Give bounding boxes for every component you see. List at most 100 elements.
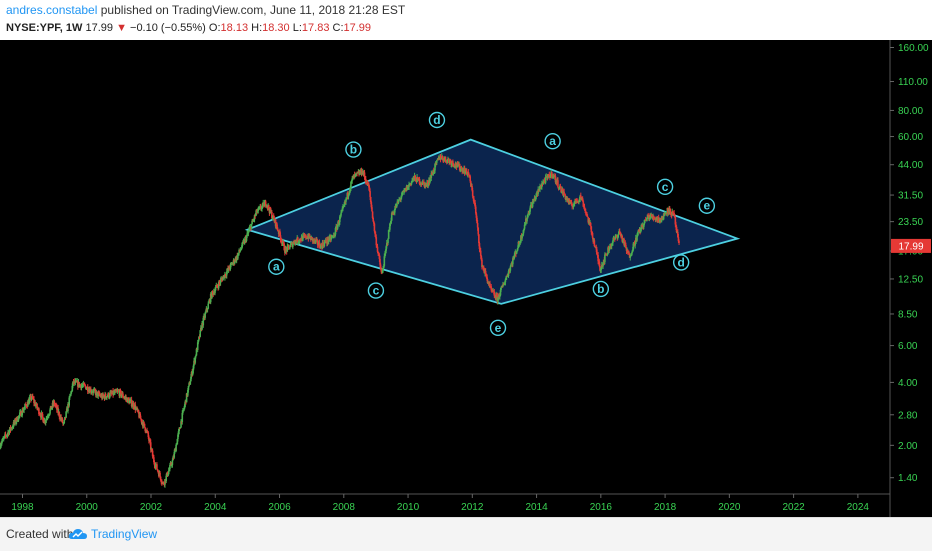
low-label: L: — [292, 22, 302, 34]
wave-label-e: e — [495, 321, 502, 335]
candle-body — [477, 227, 480, 235]
candle-body — [476, 222, 479, 228]
candle-body — [175, 444, 177, 451]
candle-body — [143, 422, 145, 424]
candle-body — [563, 191, 565, 195]
candle-body — [114, 391, 116, 394]
candle-body — [500, 287, 502, 290]
x-tick-label: 2004 — [204, 502, 227, 513]
candle-body — [248, 229, 250, 232]
candle-body — [204, 313, 206, 318]
close-value: 17.99 — [343, 22, 372, 34]
wave-label-a: a — [273, 260, 280, 274]
x-tick-label: 2000 — [76, 502, 99, 513]
tradingview-brand[interactable]: TradingView — [91, 527, 157, 541]
symbol-label: NYSE:YPF, 1W — [6, 22, 83, 34]
candle-body — [41, 414, 44, 418]
y-tick-label: 8.50 — [898, 309, 918, 320]
tradingview-cloud-icon[interactable] — [68, 526, 88, 542]
candle-body — [586, 216, 589, 218]
candle-body — [219, 279, 222, 284]
price-chart[interactable]: a b c d e a b c d e 1998 2000 2002 2004 2006 2008 2010 2… — [0, 40, 932, 517]
y-tick-label: 60.00 — [898, 132, 923, 143]
candle-body — [169, 464, 171, 470]
x-tick-label: 2022 — [782, 502, 805, 513]
price-tag-label: 17.99 — [898, 241, 923, 252]
candle-body — [287, 245, 290, 247]
y-tick-label: 12.50 — [898, 274, 923, 285]
x-tick-label: 2024 — [847, 502, 870, 513]
x-tick-label: 2018 — [654, 502, 677, 513]
candle-body — [156, 464, 158, 470]
candle-body — [175, 444, 178, 446]
candle-body — [143, 423, 146, 428]
footer: Created with TradingView — [0, 517, 932, 551]
candle-body — [65, 411, 67, 418]
wave-label-b: b — [597, 282, 604, 296]
candle-body — [159, 472, 161, 477]
wave-label-a: a — [549, 134, 556, 148]
y-tick-label: 6.00 — [898, 341, 918, 352]
candle-body — [516, 247, 519, 250]
candle-body — [444, 156, 447, 161]
candle-body — [550, 171, 553, 177]
open-label: O: — [208, 22, 221, 34]
candle-body — [373, 223, 376, 232]
candle-body — [678, 241, 680, 243]
candle-body — [584, 211, 587, 214]
candle-body — [63, 419, 66, 424]
candle-body — [250, 224, 253, 230]
author-link[interactable]: andres.constabel — [6, 3, 97, 17]
candle-body — [23, 408, 25, 411]
candle-body — [591, 232, 594, 238]
candle-body — [288, 247, 291, 249]
wave-label-e: e — [704, 199, 711, 213]
y-tick-label: 2.00 — [898, 441, 918, 452]
candle-body — [523, 224, 526, 229]
price-change: −0.10 (−0.55%) — [130, 22, 206, 34]
wave-label-d: d — [433, 113, 440, 127]
y-tick-label: 31.50 — [898, 191, 923, 202]
wave-label-b: b — [350, 143, 357, 157]
candle-body — [371, 207, 373, 212]
candle-body — [593, 240, 596, 247]
high-label: H: — [251, 22, 263, 34]
candle-body — [165, 475, 168, 482]
close-label: C: — [332, 22, 344, 34]
candle-body — [171, 460, 174, 466]
candle-body — [45, 418, 48, 421]
candle-body — [509, 266, 512, 271]
created-with-text: Created with — [6, 527, 74, 541]
candle-body — [521, 235, 523, 239]
x-tick-label: 2008 — [333, 502, 356, 513]
y-tick-label: 23.50 — [898, 217, 923, 228]
candle-body — [596, 249, 598, 255]
candle-body — [305, 234, 307, 239]
candle-body — [557, 180, 559, 188]
wave-label-d: d — [677, 255, 684, 269]
candle-body — [469, 176, 472, 182]
candle-body — [471, 190, 474, 197]
wave-label-c: c — [662, 180, 669, 194]
y-tick-label: 4.00 — [898, 378, 918, 389]
down-arrow-icon: ▼ — [116, 22, 127, 34]
candle-body — [589, 223, 592, 227]
x-tick-label: 2012 — [461, 502, 484, 513]
x-tick-label: 2006 — [268, 502, 291, 513]
y-tick-label: 160.00 — [898, 43, 929, 54]
chart-header: andres.constabel published on TradingVie… — [0, 0, 932, 40]
x-tick-label: 2020 — [718, 502, 741, 513]
y-tick-label: 80.00 — [898, 106, 923, 117]
candle-body — [452, 163, 455, 166]
y-tick-label: 110.00 — [898, 77, 928, 88]
candle-body — [369, 191, 371, 197]
candle-body — [214, 287, 217, 291]
candle-body — [510, 264, 512, 267]
candle-body — [526, 218, 528, 222]
x-tick-label: 2016 — [590, 502, 613, 513]
x-tick-label: 2002 — [140, 502, 163, 513]
x-tick-label: 1998 — [11, 502, 34, 513]
candle-body — [207, 303, 210, 309]
high-value: 18.30 — [262, 22, 290, 34]
candle-body — [69, 395, 71, 398]
